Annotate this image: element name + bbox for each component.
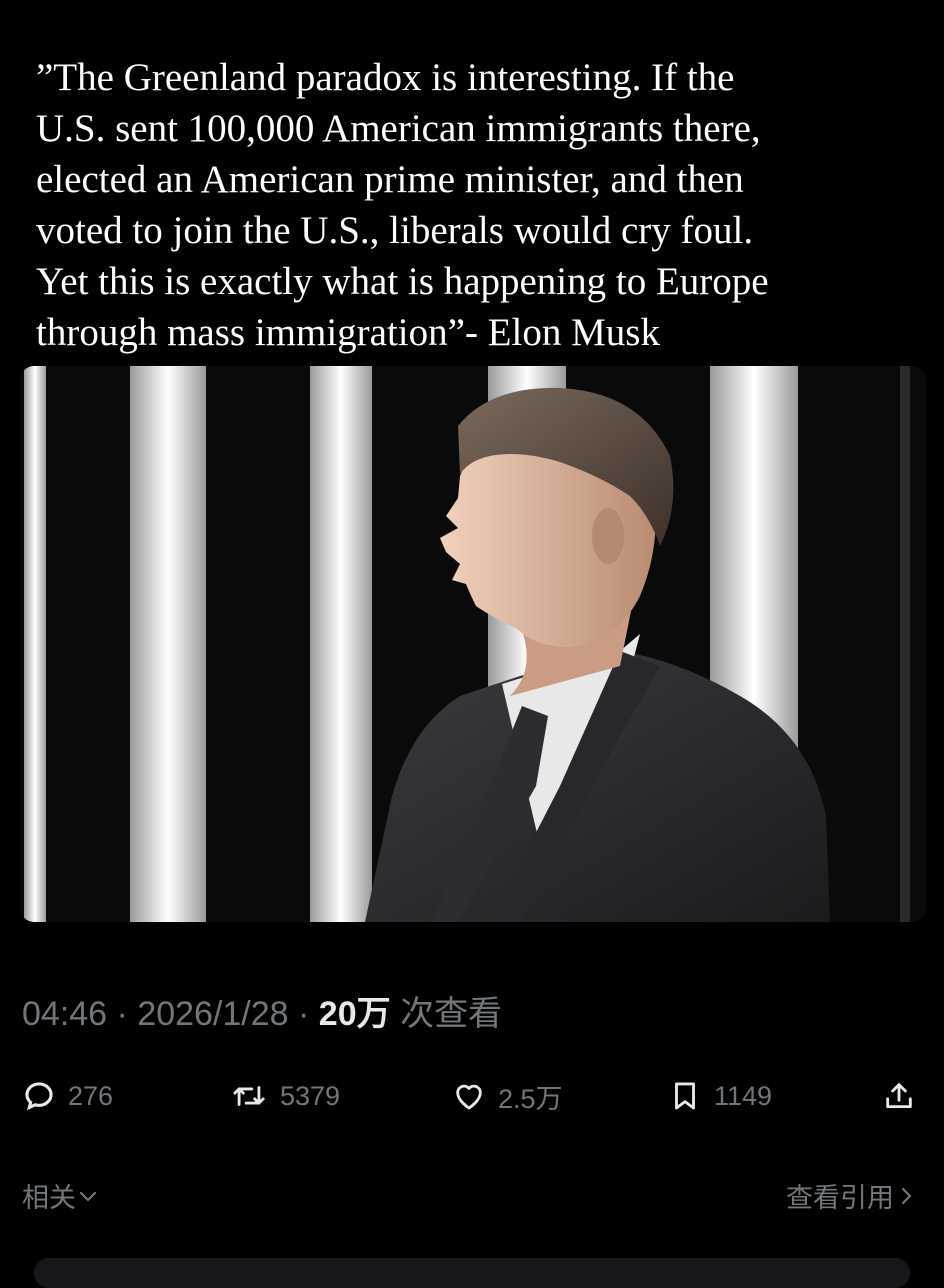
like-button[interactable]: 2.5万 bbox=[452, 1072, 563, 1120]
reply-button[interactable]: 276 bbox=[22, 1072, 113, 1120]
tweet-text-line: Yet this is exactly what is happening to… bbox=[36, 260, 769, 303]
view-count-label: 次查看 bbox=[390, 995, 503, 1033]
view-quotes-label: 查看引用 bbox=[786, 1183, 894, 1213]
bookmark-icon bbox=[675, 1082, 695, 1110]
reply-composer-bar[interactable] bbox=[34, 1258, 910, 1288]
share-icon bbox=[886, 1083, 912, 1109]
like-count: 2.5万 bbox=[498, 1083, 563, 1114]
separator: · bbox=[107, 995, 138, 1033]
retweet-button[interactable]: 5379 bbox=[230, 1072, 340, 1120]
tweet-text-line: ”The Greenland paradox is interesting. I… bbox=[36, 56, 735, 99]
bookmark-button[interactable]: 1149 bbox=[668, 1072, 772, 1120]
chevron-right-icon bbox=[901, 1187, 912, 1204]
tweet-actions: 276 5379 2.5万 1149 bbox=[22, 1072, 922, 1120]
tweet-text-line: U.S. sent 100,000 American immigrants th… bbox=[36, 107, 761, 150]
related-label: 相关 bbox=[22, 1183, 76, 1213]
tweet-meta: 04:46 · 2026/1/28 · 20万 次查看 bbox=[22, 986, 502, 1035]
tweet-time: 04:46 bbox=[22, 995, 108, 1033]
tweet-text-line: voted to join the U.S., liberals would c… bbox=[36, 209, 754, 252]
tweet-text: ”The Greenland paradox is interesting. I… bbox=[36, 52, 926, 358]
heart-icon bbox=[456, 1084, 482, 1110]
reply-count: 276 bbox=[68, 1080, 114, 1111]
separator: · bbox=[288, 995, 319, 1033]
portrait-photo bbox=[20, 366, 926, 922]
chevron-down-icon bbox=[79, 1191, 97, 1201]
view-quotes-link[interactable]: 查看引用 bbox=[786, 1176, 918, 1215]
tweet-photo[interactable] bbox=[20, 366, 926, 922]
retweet-count: 5379 bbox=[280, 1080, 341, 1111]
retweet-icon bbox=[233, 1086, 265, 1106]
bookmark-count: 1149 bbox=[714, 1080, 773, 1111]
related-toggle[interactable]: 相关 bbox=[22, 1176, 100, 1215]
reply-icon bbox=[25, 1082, 53, 1111]
tweet-text-line: through mass immigration”- Elon Musk bbox=[36, 311, 660, 354]
view-count[interactable]: 20万 bbox=[319, 995, 391, 1033]
tweet-text-line: elected an American prime minister, and … bbox=[36, 158, 744, 201]
share-button[interactable] bbox=[882, 1072, 928, 1120]
tweet-date: 2026/1/28 bbox=[137, 995, 289, 1033]
